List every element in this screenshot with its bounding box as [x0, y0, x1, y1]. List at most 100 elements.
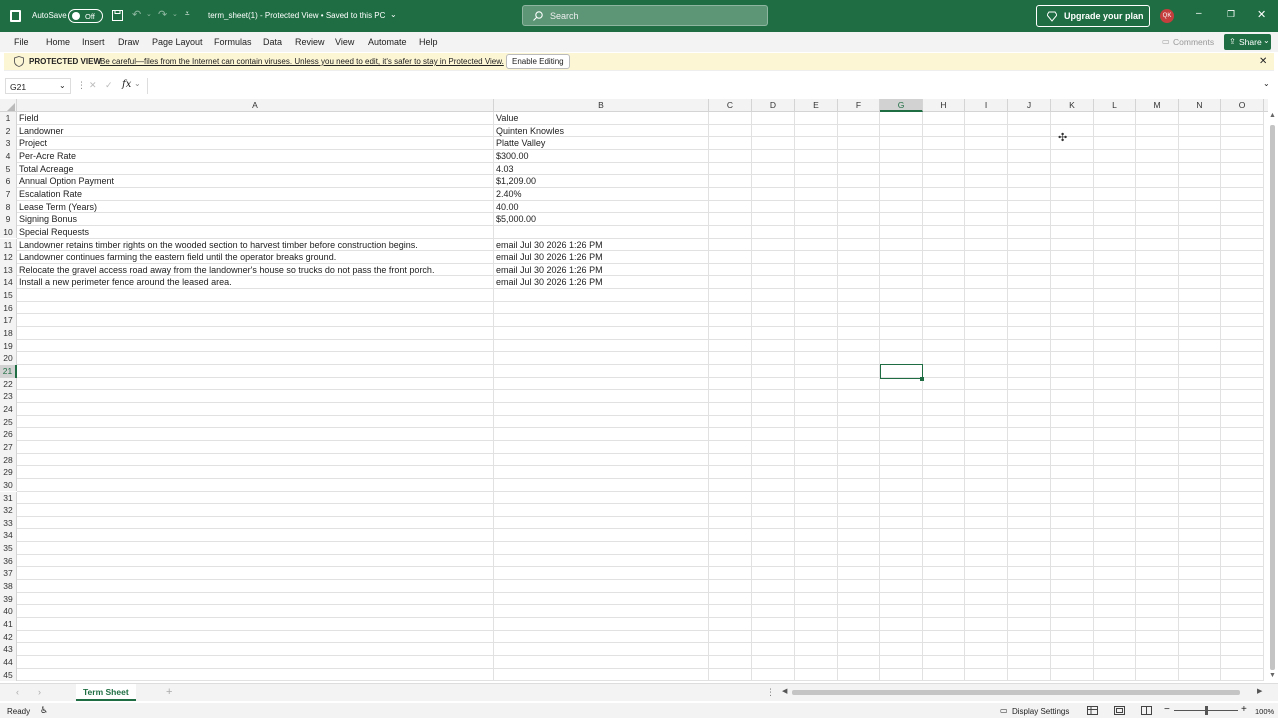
row-header-39[interactable]: 39: [0, 592, 17, 606]
row-header-30[interactable]: 30: [0, 478, 17, 492]
column-header-n[interactable]: N: [1179, 99, 1221, 112]
row-header-33[interactable]: 33: [0, 516, 17, 530]
scroll-down-icon[interactable]: ▼: [1269, 672, 1276, 679]
row-header-1[interactable]: 1: [0, 112, 17, 125]
column-header-e[interactable]: E: [795, 99, 838, 112]
tab-formulas[interactable]: Formulas: [214, 37, 252, 47]
tab-splitter-icon[interactable]: ⋮: [766, 687, 775, 698]
row-header-14[interactable]: 14: [0, 276, 17, 290]
row-header-34[interactable]: 34: [0, 529, 17, 543]
tab-insert[interactable]: Insert: [82, 37, 105, 47]
cell-a9[interactable]: Signing Bonus: [19, 213, 77, 226]
row-header-42[interactable]: 42: [0, 630, 17, 644]
cell-b8[interactable]: 40.00: [496, 201, 519, 214]
cell-a2[interactable]: Landowner: [19, 125, 64, 138]
tab-help[interactable]: Help: [419, 37, 438, 47]
cell-b6[interactable]: $1,209.00: [496, 175, 536, 188]
search-box[interactable]: Search: [522, 5, 768, 26]
add-sheet-icon[interactable]: +: [166, 686, 172, 698]
row-header-37[interactable]: 37: [0, 567, 17, 581]
cell-a12[interactable]: Landowner continues farming the eastern …: [19, 251, 336, 264]
cell-b13[interactable]: email Jul 30 2026 1:26 PM: [496, 264, 603, 277]
cell-b4[interactable]: $300.00: [496, 150, 529, 163]
display-settings-icon[interactable]: ▭: [1000, 706, 1008, 715]
row-header-2[interactable]: 2: [0, 124, 17, 138]
column-header-b[interactable]: B: [494, 99, 709, 112]
next-sheet-icon[interactable]: ›: [38, 687, 41, 697]
redo-dropdown-icon[interactable]: ⌄: [172, 10, 178, 18]
protected-view-message[interactable]: Be careful—files from the Internet can c…: [100, 57, 504, 66]
column-header-o[interactable]: O: [1221, 99, 1264, 112]
row-header-13[interactable]: 13: [0, 263, 17, 277]
cell-a3[interactable]: Project: [19, 137, 47, 150]
cell-b12[interactable]: email Jul 30 2026 1:26 PM: [496, 251, 603, 264]
column-header-d[interactable]: D: [752, 99, 795, 112]
sheet-tab-term-sheet[interactable]: Term Sheet: [76, 684, 136, 701]
row-header-26[interactable]: 26: [0, 428, 17, 441]
vertical-scrollbar[interactable]: ▲ ▼: [1268, 112, 1278, 682]
cell-b1[interactable]: Value: [496, 112, 518, 125]
row-header-8[interactable]: 8: [0, 200, 17, 214]
row-header-18[interactable]: 18: [0, 327, 17, 340]
share-button[interactable]: ⇪ Share ⌄: [1224, 34, 1271, 50]
row-header-36[interactable]: 36: [0, 554, 17, 568]
cell-a1[interactable]: Field: [19, 112, 39, 125]
column-header-g[interactable]: G: [880, 99, 923, 112]
tab-page-layout[interactable]: Page Layout: [152, 37, 203, 47]
horizontal-scroll-thumb[interactable]: [792, 690, 1240, 695]
active-cell-selection[interactable]: [880, 364, 923, 379]
cell-b14[interactable]: email Jul 30 2026 1:26 PM: [496, 276, 603, 289]
upgrade-plan-button[interactable]: Upgrade your plan: [1036, 5, 1150, 27]
row-header-17[interactable]: 17: [0, 314, 17, 328]
tab-view[interactable]: View: [335, 37, 354, 47]
close-window-icon[interactable]: ✕: [1257, 8, 1266, 21]
row-header-25[interactable]: 25: [0, 415, 17, 429]
column-header-m[interactable]: M: [1136, 99, 1179, 112]
more-options-icon[interactable]: ⋮: [77, 80, 86, 91]
row-header-19[interactable]: 19: [0, 339, 17, 353]
formula-input[interactable]: [147, 78, 1262, 94]
row-header-6[interactable]: 6: [0, 175, 17, 188]
tab-draw[interactable]: Draw: [118, 37, 139, 47]
restore-icon[interactable]: ❐: [1227, 9, 1235, 20]
row-header-16[interactable]: 16: [0, 301, 17, 315]
cell-a8[interactable]: Lease Term (Years): [19, 201, 97, 214]
column-header-i[interactable]: I: [965, 99, 1008, 112]
zoom-out-icon[interactable]: −: [1164, 704, 1170, 715]
insert-function-icon[interactable]: fx: [122, 79, 131, 90]
zoom-in-icon[interactable]: +: [1241, 704, 1247, 715]
comments-button[interactable]: Comments: [1173, 37, 1214, 47]
row-header-45[interactable]: 45: [0, 668, 17, 681]
cell-b7[interactable]: 2.40%: [496, 188, 522, 201]
row-header-44[interactable]: 44: [0, 655, 17, 669]
cell-a11[interactable]: Landowner retains timber rights on the w…: [19, 239, 418, 252]
cell-b2[interactable]: Quinten Knowles: [496, 125, 564, 138]
row-header-10[interactable]: 10: [0, 225, 17, 239]
redo-icon[interactable]: ↷: [158, 8, 167, 21]
avatar[interactable]: QK: [1160, 9, 1174, 23]
select-all-corner[interactable]: [0, 99, 17, 112]
minimize-icon[interactable]: –: [1196, 8, 1202, 19]
tab-home[interactable]: Home: [46, 37, 70, 47]
zoom-slider-thumb[interactable]: [1205, 706, 1208, 715]
column-header-c[interactable]: C: [709, 99, 752, 112]
cell-b11[interactable]: email Jul 30 2026 1:26 PM: [496, 239, 603, 252]
row-header-41[interactable]: 41: [0, 618, 17, 631]
row-header-40[interactable]: 40: [0, 605, 17, 618]
enable-editing-button[interactable]: Enable Editing: [506, 54, 570, 69]
row-header-5[interactable]: 5: [0, 162, 17, 176]
worksheet-grid[interactable]: ABCDEFGHIJKLMNO 1 2 3 4 5 6 7 8 9 10 11 12 13 14 15 16 1…: [0, 99, 1268, 681]
tab-file[interactable]: File: [14, 37, 29, 47]
row-header-24[interactable]: 24: [0, 402, 17, 416]
customize-toolbar-icon[interactable]: ⩡: [185, 9, 190, 19]
row-header-7[interactable]: 7: [0, 187, 17, 201]
title-dropdown-icon[interactable]: ⌄: [390, 10, 397, 19]
cell-a5[interactable]: Total Acreage: [19, 163, 74, 176]
undo-dropdown-icon[interactable]: ⌄: [146, 10, 152, 18]
page-layout-view-icon[interactable]: [1114, 706, 1125, 715]
column-header-k[interactable]: K: [1051, 99, 1094, 112]
prev-sheet-icon[interactable]: ‹: [16, 687, 19, 697]
scroll-right-icon[interactable]: ▶: [1257, 687, 1262, 695]
row-header-21[interactable]: 21: [0, 365, 17, 378]
cell-b3[interactable]: Platte Valley: [496, 137, 545, 150]
